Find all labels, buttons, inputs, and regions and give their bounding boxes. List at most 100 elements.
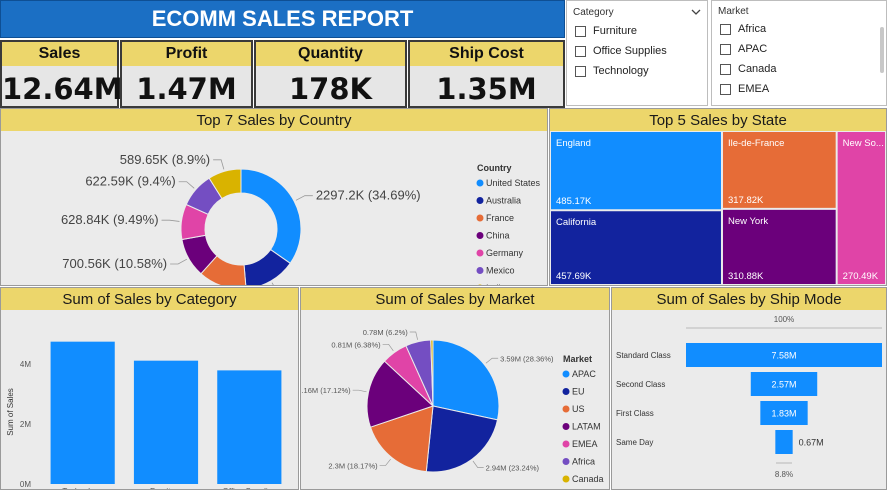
data-label-apac: 3.59M (28.36%) [500, 354, 554, 363]
slicer-scrollbar[interactable] [880, 27, 884, 73]
data-label-africa: 0.78M (6.2%) [363, 328, 409, 337]
slicer-option-canada[interactable]: Canada [712, 59, 886, 79]
kpi-card-profit: Profit 1.47M [120, 40, 253, 108]
funnel-bottom-percent: 8.8% [775, 470, 793, 479]
category-bar-chart: 0M 2M 4M Sum of Sales Technology Furniture Off… [6, 341, 282, 494]
leader-line [178, 181, 195, 189]
tile-value-england: 485.17K [556, 196, 592, 207]
kpi-card-quantity: Quantity 178K [254, 40, 407, 108]
legend-item-united-states: United States [486, 178, 541, 188]
data-label-germany: 628.84K (9.49%) [61, 212, 159, 227]
funnel-top-percent: 100% [774, 315, 794, 324]
checkbox[interactable] [575, 25, 586, 37]
legend-item-india: India [486, 283, 506, 285]
chart-title: Sum of Sales by Ship Mode [612, 288, 886, 310]
tile-value-california: 457.69K [556, 271, 592, 282]
kpi-value: 12.64M [2, 72, 123, 106]
kpi-value: 1.35M [436, 72, 537, 106]
data-label-mexico: 622.59K (9.4%) [85, 174, 175, 189]
market-slicer-header: Market [718, 6, 749, 17]
legend-marker-united-states [476, 179, 484, 187]
x-tick-label-office-supplies: Office Supplies [222, 487, 276, 489]
leader-line [295, 195, 313, 201]
kpi-value: 178K [288, 72, 372, 106]
treemap-tile-new-so [837, 132, 885, 284]
legend-item-eu: EU [572, 387, 585, 397]
chart-title: Top 5 Sales by State [550, 109, 886, 131]
legend-marker-australia [476, 197, 484, 204]
shipmode-funnel-chart: 100% Standard Class 7.58M Second Class 2.57M… [616, 315, 882, 479]
tile-label-ile-de-france: Ile-de-France [728, 138, 785, 149]
funnel-bar-same-day [775, 430, 793, 454]
slicer-option-furniture[interactable]: Furniture [567, 21, 707, 41]
legend-marker-us [562, 405, 570, 413]
tile-value-new-so: 270.49K [843, 271, 879, 282]
country-donut-panel: Top 7 Sales by Country 2297.2K (34.69%) 9… [0, 108, 548, 304]
checkbox[interactable] [575, 45, 586, 57]
y-tick-label: 2M [20, 420, 31, 429]
bar-furniture [133, 360, 199, 484]
leader-line [379, 458, 391, 466]
checkbox[interactable] [720, 63, 731, 75]
x-tick-label-technology: Technology [62, 487, 102, 489]
funnel-category-first-class: First Class [616, 409, 654, 418]
kpi-label: Sales [2, 42, 117, 66]
legend-marker-india [476, 284, 484, 292]
leader-line [213, 159, 225, 170]
category-slicer-header: Category [573, 7, 614, 18]
leader-line [382, 343, 394, 351]
data-label-india: 589.65K (8.9%) [120, 152, 210, 167]
market-slicer: Market Africa APAC Canada EMEA [711, 0, 887, 106]
funnel-value-same-day: 0.67M [799, 438, 824, 448]
funnel-category-standard-class: Standard Class [616, 351, 671, 360]
data-label-united-states: 2297.2K (34.69%) [316, 188, 421, 203]
data-label-australia: 925.24K (13.97%) [288, 283, 393, 285]
legend-item-us: US [572, 404, 585, 414]
leader-line [271, 282, 285, 292]
leader-line [352, 389, 367, 393]
tile-label-new-york: New York [728, 216, 768, 227]
slicer-option-apac[interactable]: APAC [712, 39, 886, 59]
kpi-label: Profit [122, 42, 251, 66]
kpi-value: 1.47M [136, 72, 237, 106]
checkbox[interactable] [720, 43, 731, 55]
legend-marker-apac [562, 370, 570, 378]
funnel-value-second-class: 2.57M [771, 380, 796, 390]
tile-value-ile-de-france: 317.82K [728, 195, 764, 206]
kpi-label: Ship Cost [410, 42, 563, 66]
funnel-category-same-day: Same Day [616, 438, 653, 447]
slicer-option-technology[interactable]: Technology [567, 61, 707, 81]
slicer-option-africa[interactable]: Africa [712, 19, 886, 39]
kpi-card-sales: Sales 12.64M [0, 40, 123, 108]
funnel-value-standard-class: 7.58M [771, 351, 796, 361]
legend-item-germany: Germany [486, 248, 524, 258]
shipmode-funnel-panel: Sum of Sales by Ship Mode 100% Standard C… [611, 287, 887, 490]
chevron-down-icon[interactable] [691, 3, 701, 21]
funnel-category-second-class: Second Class [616, 380, 665, 389]
state-treemap-chart: England 485.17K California 457.69K Ile-de-Fr… [551, 132, 885, 284]
country-donut-chart: 2297.2K (34.69%)925.24K (13.97%)858.93K … [61, 152, 541, 304]
chart-title: Sum of Sales by Category [1, 288, 298, 310]
bar-office-supplies [217, 370, 282, 484]
checkbox[interactable] [575, 65, 586, 77]
slicer-option-office-supplies[interactable]: Office Supplies [567, 41, 707, 61]
market-pie-panel: Sum of Sales by Market 3.59M (28.36%) 2.9… [297, 287, 610, 490]
data-label-emea: 0.81M (6.38%) [331, 340, 381, 349]
legend-marker-france [476, 214, 484, 222]
tile-label-england: England [556, 138, 591, 149]
report-title: ECOMM SALES REPORT [0, 0, 565, 38]
state-treemap-panel: Top 5 Sales by State England 485.17K Calif… [549, 108, 887, 286]
legend-marker-latam [562, 423, 570, 430]
data-label-eu: 2.94M (23.24%) [486, 463, 540, 472]
chart-title: Sum of Sales by Market [301, 288, 609, 310]
x-tick-label-furniture: Furniture [150, 487, 183, 489]
legend-marker-canada [562, 475, 570, 483]
slicer-option-emea[interactable]: EMEA [712, 79, 886, 99]
market-pie-chart: 3.59M (28.36%) 2.94M (23.24%) 2.3M (18.17%… [297, 328, 603, 484]
legend-item-apac: APAC [572, 369, 596, 379]
checkbox[interactable] [720, 23, 731, 35]
checkbox[interactable] [720, 83, 731, 95]
legend-title: Country [477, 163, 512, 173]
y-axis-label: Sum of Sales [6, 388, 15, 436]
data-label-us: 2.3M (18.17%) [328, 461, 378, 470]
